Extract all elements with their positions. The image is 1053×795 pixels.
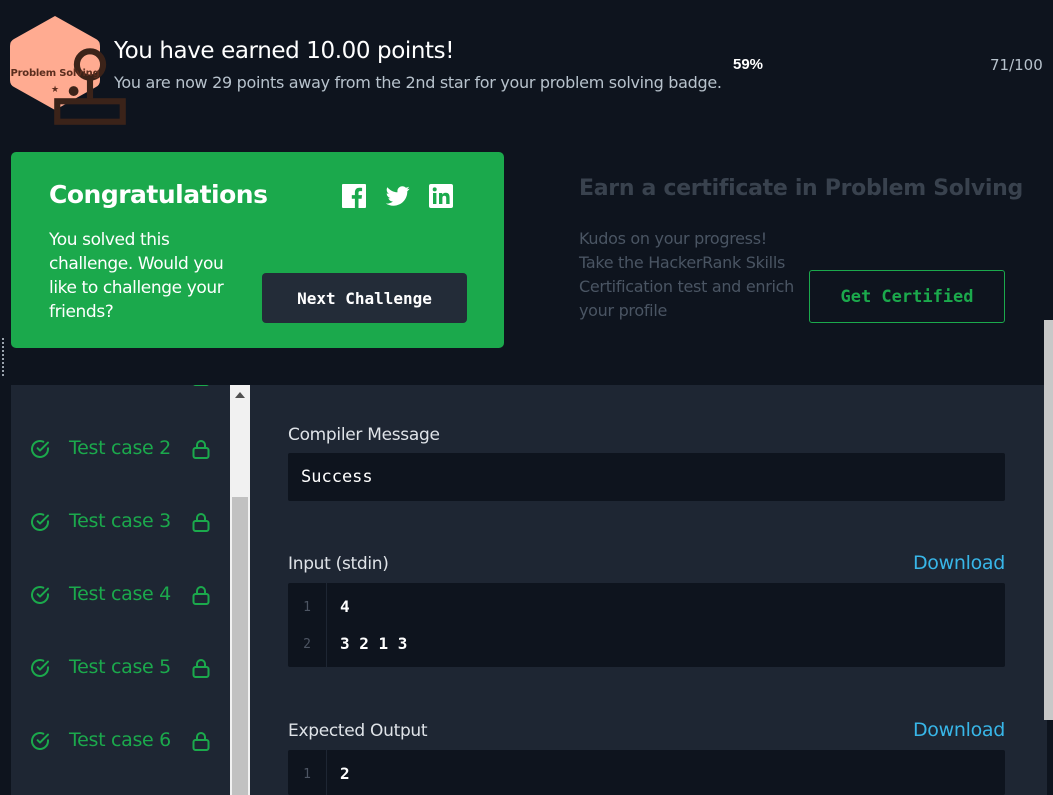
lock-icon — [192, 513, 210, 532]
congratulations-title: Congratulations — [49, 180, 268, 209]
line-number: 2 — [303, 637, 311, 652]
scrollbar-thumb[interactable] — [232, 497, 248, 795]
badge-name: Problem Solving — [10, 68, 100, 79]
input-download-link[interactable]: Download — [913, 552, 1005, 574]
test-case-item[interactable]: Test case 4 — [11, 575, 230, 615]
test-case-item[interactable]: Test case 3 — [11, 502, 230, 542]
certificate-card: Earn a certificate in Problem Solving Ku… — [545, 152, 1053, 350]
line-number-gutter — [326, 750, 327, 795]
input-line: 3 2 1 3 — [340, 634, 408, 653]
lock-icon — [193, 385, 209, 386]
progress-score: 71/100 — [990, 56, 1043, 74]
test-case-label: Test case 5 — [69, 656, 171, 678]
certificate-title: Earn a certificate in Problem Solving — [579, 176, 1023, 201]
facebook-icon[interactable] — [342, 184, 366, 208]
lock-icon — [192, 586, 210, 605]
resize-grip-handle[interactable] — [2, 338, 8, 378]
test-case-item[interactable]: Test case 6 — [11, 721, 230, 761]
get-certified-button[interactable]: Get Certified — [809, 270, 1005, 323]
certificate-message: Kudos on your progress! Take the HackerR… — [579, 229, 794, 320]
progress-percent: 59% — [733, 56, 764, 73]
points-away-text: You are now 29 points away from the 2nd … — [114, 73, 722, 92]
expected-output-label: Expected Output — [288, 721, 428, 741]
test-case-label: Test case 2 — [69, 437, 171, 459]
test-results-area: Test case 2 Test case 3 Test case 4 Test… — [11, 385, 1047, 795]
check-circle-icon — [31, 586, 49, 604]
congratulations-card: Congratulations You solved this challeng… — [11, 152, 504, 348]
check-circle-icon — [31, 659, 49, 677]
expected-output-download-link[interactable]: Download — [913, 719, 1005, 741]
test-case-label: Test case 3 — [69, 510, 171, 532]
input-line: 4 — [340, 597, 350, 616]
line-number: 1 — [303, 600, 311, 615]
test-case-label: Test case 6 — [69, 729, 171, 751]
check-circle-icon — [31, 440, 49, 458]
twitter-icon[interactable] — [386, 184, 410, 208]
linkedin-icon[interactable] — [429, 184, 453, 208]
line-number: 1 — [303, 767, 311, 782]
page-scrollbar-thumb[interactable] — [1044, 320, 1053, 720]
sidebar-scrollbar[interactable] — [230, 385, 250, 795]
badge-star-icon: ★ — [50, 84, 60, 94]
compiler-message-label: Compiler Message — [288, 425, 440, 445]
scroll-up-arrow-icon[interactable] — [235, 392, 245, 398]
lock-icon — [192, 440, 210, 459]
expected-output-code-box: 1 2 — [288, 750, 1005, 795]
expected-output-line: 2 — [340, 764, 350, 783]
input-label: Input (stdin) — [288, 554, 389, 574]
next-challenge-button[interactable]: Next Challenge — [262, 273, 467, 323]
check-circle-icon — [31, 732, 49, 750]
line-number-gutter — [326, 583, 327, 667]
test-case-item[interactable]: Test case 2 — [11, 429, 230, 469]
points-earned-heading: You have earned 10.00 points! — [114, 38, 455, 64]
compiler-message-box: Success — [288, 453, 1005, 501]
lock-icon — [192, 659, 210, 678]
compiler-message-text: Success — [301, 467, 373, 487]
points-banner: Problem Solving ★ You have earned 10.00 … — [0, 0, 1053, 140]
check-circle-icon — [31, 513, 49, 531]
lock-icon — [192, 732, 210, 751]
test-case-item[interactable]: Test case 5 — [11, 648, 230, 688]
test-case-label: Test case 4 — [69, 583, 171, 605]
congratulations-message: You solved this challenge. Would you lik… — [49, 230, 224, 322]
test-case-sidebar: Test case 2 Test case 3 Test case 4 Test… — [11, 385, 230, 795]
problem-solving-badge: Problem Solving ★ — [10, 14, 126, 125]
test-case-details: Compiler Message Success Input (stdin) D… — [250, 385, 1047, 795]
input-code-box: 1 4 2 3 2 1 3 — [288, 583, 1005, 667]
